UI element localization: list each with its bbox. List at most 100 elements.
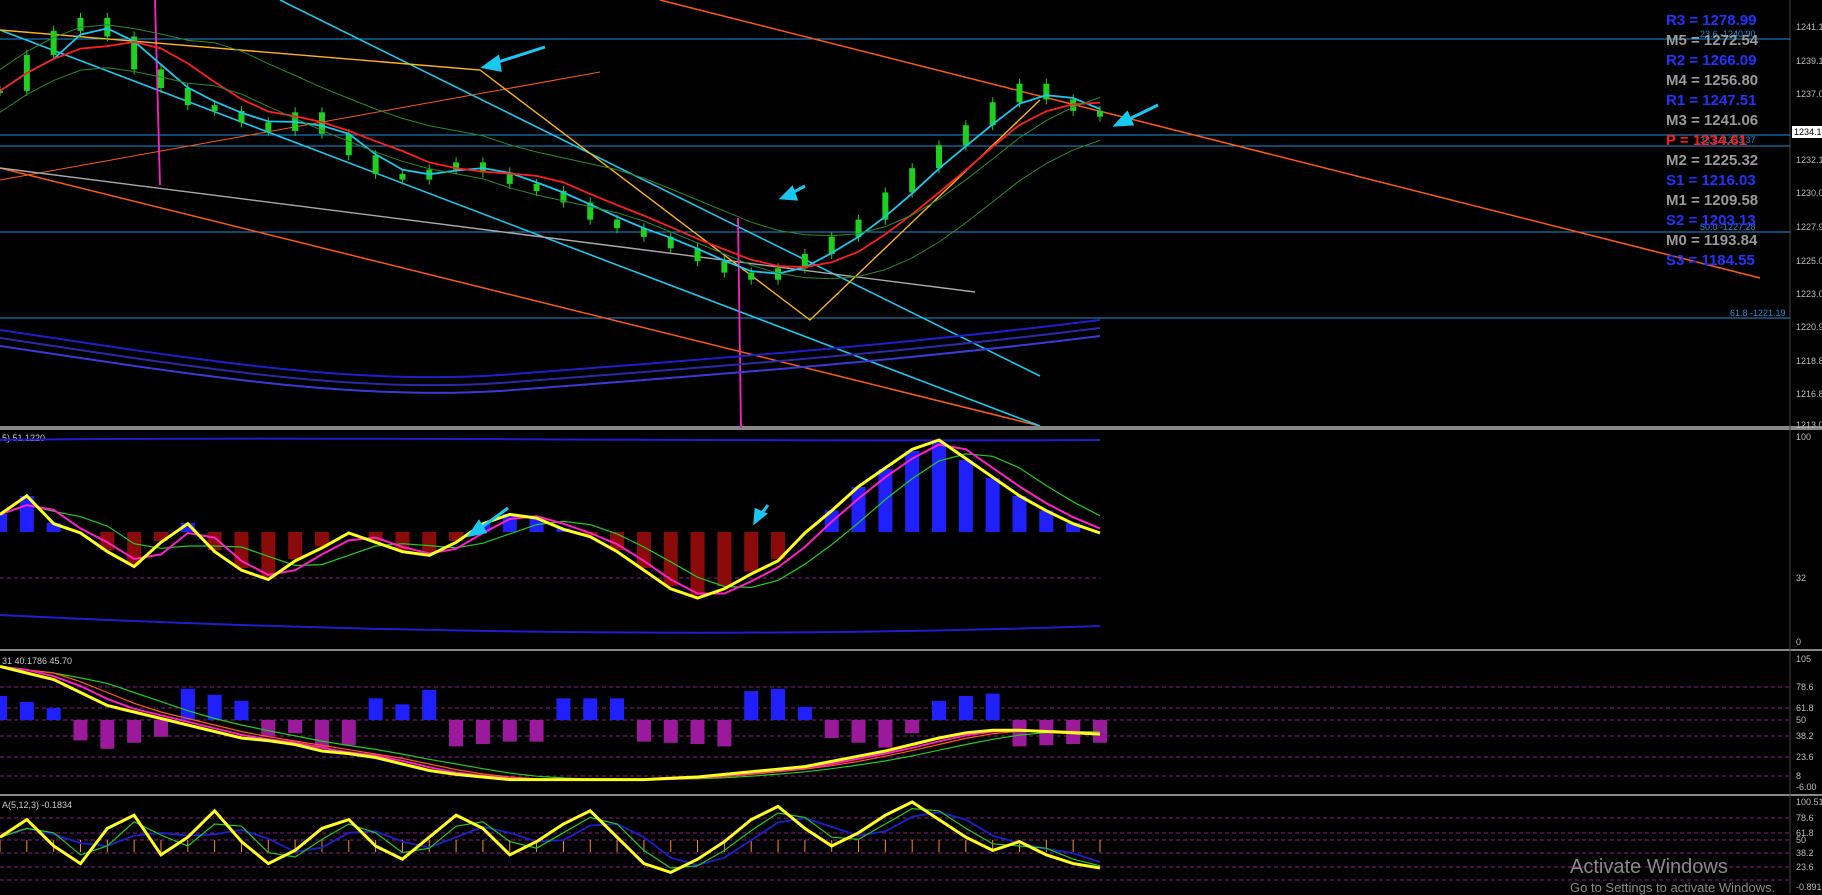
price-tick: 1218.8 <box>1796 356 1822 366</box>
candle-body <box>1016 83 1023 103</box>
pivot-s1: S1 = 1216.03 <box>1666 172 1756 189</box>
histogram-bar <box>314 720 329 748</box>
panel-3-label: A(5,12,3) -0.1834 <box>2 800 72 810</box>
candle-body <box>211 105 218 111</box>
histogram-bar <box>797 706 812 720</box>
histogram-bar <box>0 514 7 532</box>
lower-band <box>0 614 1101 634</box>
histogram-bar <box>932 442 947 532</box>
panel-3-tick: -0.891 <box>1796 882 1822 892</box>
signal-line-blue <box>0 811 1101 867</box>
panel-3-tick: 50 <box>1796 835 1806 845</box>
panel-3-tick: 38.2 <box>1796 848 1814 858</box>
price-tick: 1230.0 <box>1796 188 1822 198</box>
panel-2-tick: 23.6 <box>1796 752 1814 762</box>
panel-3-tick: 78.6 <box>1796 813 1814 823</box>
candle-body <box>748 272 755 280</box>
candle-body <box>1097 110 1103 117</box>
candle-body <box>184 88 191 106</box>
histogram-bar <box>636 720 651 742</box>
histogram-bar <box>932 700 947 720</box>
price-tick: 1220.9 <box>1796 322 1822 332</box>
histogram-bar <box>717 720 732 747</box>
trading-chart: 23.6 -1240.90 38.2 -1233.37 50.0 -1227.2… <box>0 0 1822 893</box>
activate-windows-title: Activate Windows <box>1570 856 1728 878</box>
histogram-bar <box>153 720 168 737</box>
pivot-m4: M4 = 1256.80 <box>1666 72 1759 89</box>
orange-trendline-upper <box>659 0 1761 279</box>
histogram-bar <box>46 708 61 720</box>
pivot-s2: S2 = 1203.13 <box>1666 212 1756 229</box>
histogram-bar <box>234 700 249 720</box>
magenta-vline-2 <box>737 217 742 429</box>
histogram-bar <box>73 720 88 741</box>
histogram-bar <box>449 720 464 747</box>
price-series <box>0 12 1103 285</box>
candle-body <box>936 145 943 169</box>
candle-body <box>345 133 352 156</box>
pivot-r3: R3 = 1278.99 <box>1666 12 1757 29</box>
oscillator-panel-2: 31 40.1786 45.70 105 78.6 61.8 50 38.2 2… <box>0 654 1817 792</box>
cyan-channel-upper <box>279 0 1041 377</box>
pivot-m1: M1 = 1209.58 <box>1666 192 1759 209</box>
price-axis: 1241.1 1239.1 1237.0 1232.1 1230.0 1227.… <box>1792 22 1822 430</box>
histogram-bar <box>878 720 893 748</box>
candle-body <box>533 183 540 192</box>
candle-body <box>614 219 621 229</box>
candle-body <box>157 69 164 88</box>
pivot-s3: S3 = 1184.55 <box>1666 252 1755 269</box>
upper-envelope-line <box>0 24 1101 237</box>
histogram-bar <box>19 702 34 720</box>
candle-body <box>909 168 916 193</box>
histogram-bar <box>824 720 839 738</box>
panel-2-tick: 50 <box>1796 715 1806 725</box>
histogram-bar <box>663 720 678 743</box>
fib-label-61-8: 61.8 -1221.19 <box>1730 308 1786 318</box>
histogram-bar <box>422 690 437 720</box>
cyan-channel-lower <box>0 29 1041 427</box>
histogram-bar <box>958 460 973 532</box>
panel-2-tick: -6.00 <box>1796 782 1817 792</box>
histogram-bar <box>422 532 437 554</box>
candle-body <box>265 122 272 131</box>
panel-2-tick: 105 <box>1796 654 1811 664</box>
candle-body <box>1043 83 1050 100</box>
histogram-bar <box>985 693 1000 720</box>
candle-body <box>399 173 406 180</box>
panel-1-tick: 100 <box>1796 432 1811 442</box>
histogram-bar <box>502 720 517 742</box>
histogram-bar <box>744 532 759 572</box>
panel-1-tick: 32 <box>1796 573 1806 583</box>
cyan-arrow <box>1112 103 1159 127</box>
ma-envelope-bands <box>0 319 1101 394</box>
price-tick: 1223.0 <box>1796 289 1822 299</box>
orange-trendline-rising <box>0 71 601 181</box>
histogram-bar <box>690 532 705 595</box>
histogram-bar <box>180 688 195 720</box>
price-tick: 1237.0 <box>1796 89 1822 99</box>
panel-2-label: 31 40.1786 45.70 <box>2 656 72 666</box>
price-tick: 1227.9 <box>1796 222 1822 232</box>
histogram-bar <box>288 532 303 559</box>
histogram-bar <box>690 720 705 744</box>
price-tick: 1216.8 <box>1796 389 1822 399</box>
candle-body <box>104 17 111 37</box>
oscillator-3-lines <box>0 800 1101 875</box>
magenta-vline-1 <box>154 0 161 186</box>
histogram-bar <box>717 532 732 586</box>
gray-trendline <box>0 167 976 293</box>
histogram-bar <box>0 696 7 720</box>
pivot-p: P = 1234.61 <box>1666 132 1748 149</box>
histogram-bar <box>583 698 598 720</box>
cyan-arrow <box>753 504 770 526</box>
histogram-bar <box>395 704 410 720</box>
candle-body <box>77 17 84 31</box>
ma-fast-line <box>0 27 1101 275</box>
pivot-r2: R2 = 1266.09 <box>1666 52 1757 69</box>
panel-3-tick: 23.6 <box>1796 862 1814 872</box>
panel-3-tick: 100.518 <box>1796 797 1822 807</box>
current-price-label: 1234.1 <box>1794 127 1822 137</box>
histogram-bar <box>341 720 356 746</box>
histogram-bar <box>610 698 625 720</box>
histogram-bar <box>851 720 866 743</box>
